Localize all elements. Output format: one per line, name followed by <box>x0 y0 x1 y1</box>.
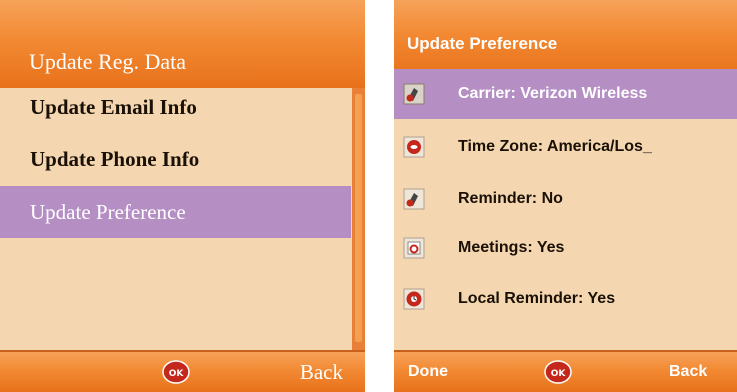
list-item-label: Carrier: Verizon Wireless <box>458 85 648 102</box>
menu-item-label: Update Phone Info <box>30 146 200 171</box>
done-softkey[interactable]: Done <box>408 352 448 392</box>
menu-item-label: Update Preference <box>30 199 186 224</box>
soft-key-bar: OK Back <box>0 350 365 392</box>
back-softkey[interactable]: Back <box>300 352 343 392</box>
svg-text:OK: OK <box>169 369 185 379</box>
list-item-reminder[interactable]: Reminder: No <box>394 174 737 224</box>
menu-item-update-email[interactable]: Update Email Info <box>0 81 351 133</box>
calendar-icon <box>403 237 425 259</box>
phone-icon <box>403 188 425 210</box>
list-item-label: Time Zone: America/Los_ <box>458 138 652 155</box>
title-bar: Update Reg. Data <box>0 0 365 88</box>
menu-item-update-phone[interactable]: Update Phone Info <box>0 133 351 185</box>
svg-text:OK: OK <box>551 369 567 379</box>
scrollbar[interactable] <box>352 88 365 352</box>
page-title: Update Reg. Data <box>29 49 186 74</box>
back-softkey[interactable]: Back <box>669 352 707 392</box>
soft-key-bar: Done OK Back <box>394 350 737 392</box>
list-item-meetings[interactable]: Meetings: Yes <box>394 223 737 273</box>
phone-icon <box>403 83 425 105</box>
list-item-carrier[interactable]: Carrier: Verizon Wireless <box>394 69 737 119</box>
globe-icon <box>403 136 425 158</box>
menu-item-update-preference[interactable]: Update Preference <box>0 186 351 238</box>
page-title: Update Preference <box>407 34 558 53</box>
menu-item-label: Update Email Info <box>30 94 197 119</box>
list-item-label: Meetings: Yes <box>458 239 565 256</box>
left-phone-screen: Update Reg. Data Update Email Info Updat… <box>0 0 365 392</box>
list-item-label: Local Reminder: Yes <box>458 290 616 307</box>
alarm-icon <box>403 288 425 310</box>
list-item-local-reminder[interactable]: Local Reminder: Yes <box>394 274 737 324</box>
list-item-time-zone[interactable]: Time Zone: America/Los_ <box>394 122 737 172</box>
scroll-thumb[interactable] <box>355 94 362 342</box>
right-phone-screen: Update Preference Carrier: Verizon Wirel… <box>394 0 737 392</box>
ok-icon[interactable]: OK <box>162 360 190 384</box>
list-item-label: Reminder: No <box>458 190 563 207</box>
title-bar: Update Preference <box>394 0 737 76</box>
ok-icon[interactable]: OK <box>544 360 572 384</box>
